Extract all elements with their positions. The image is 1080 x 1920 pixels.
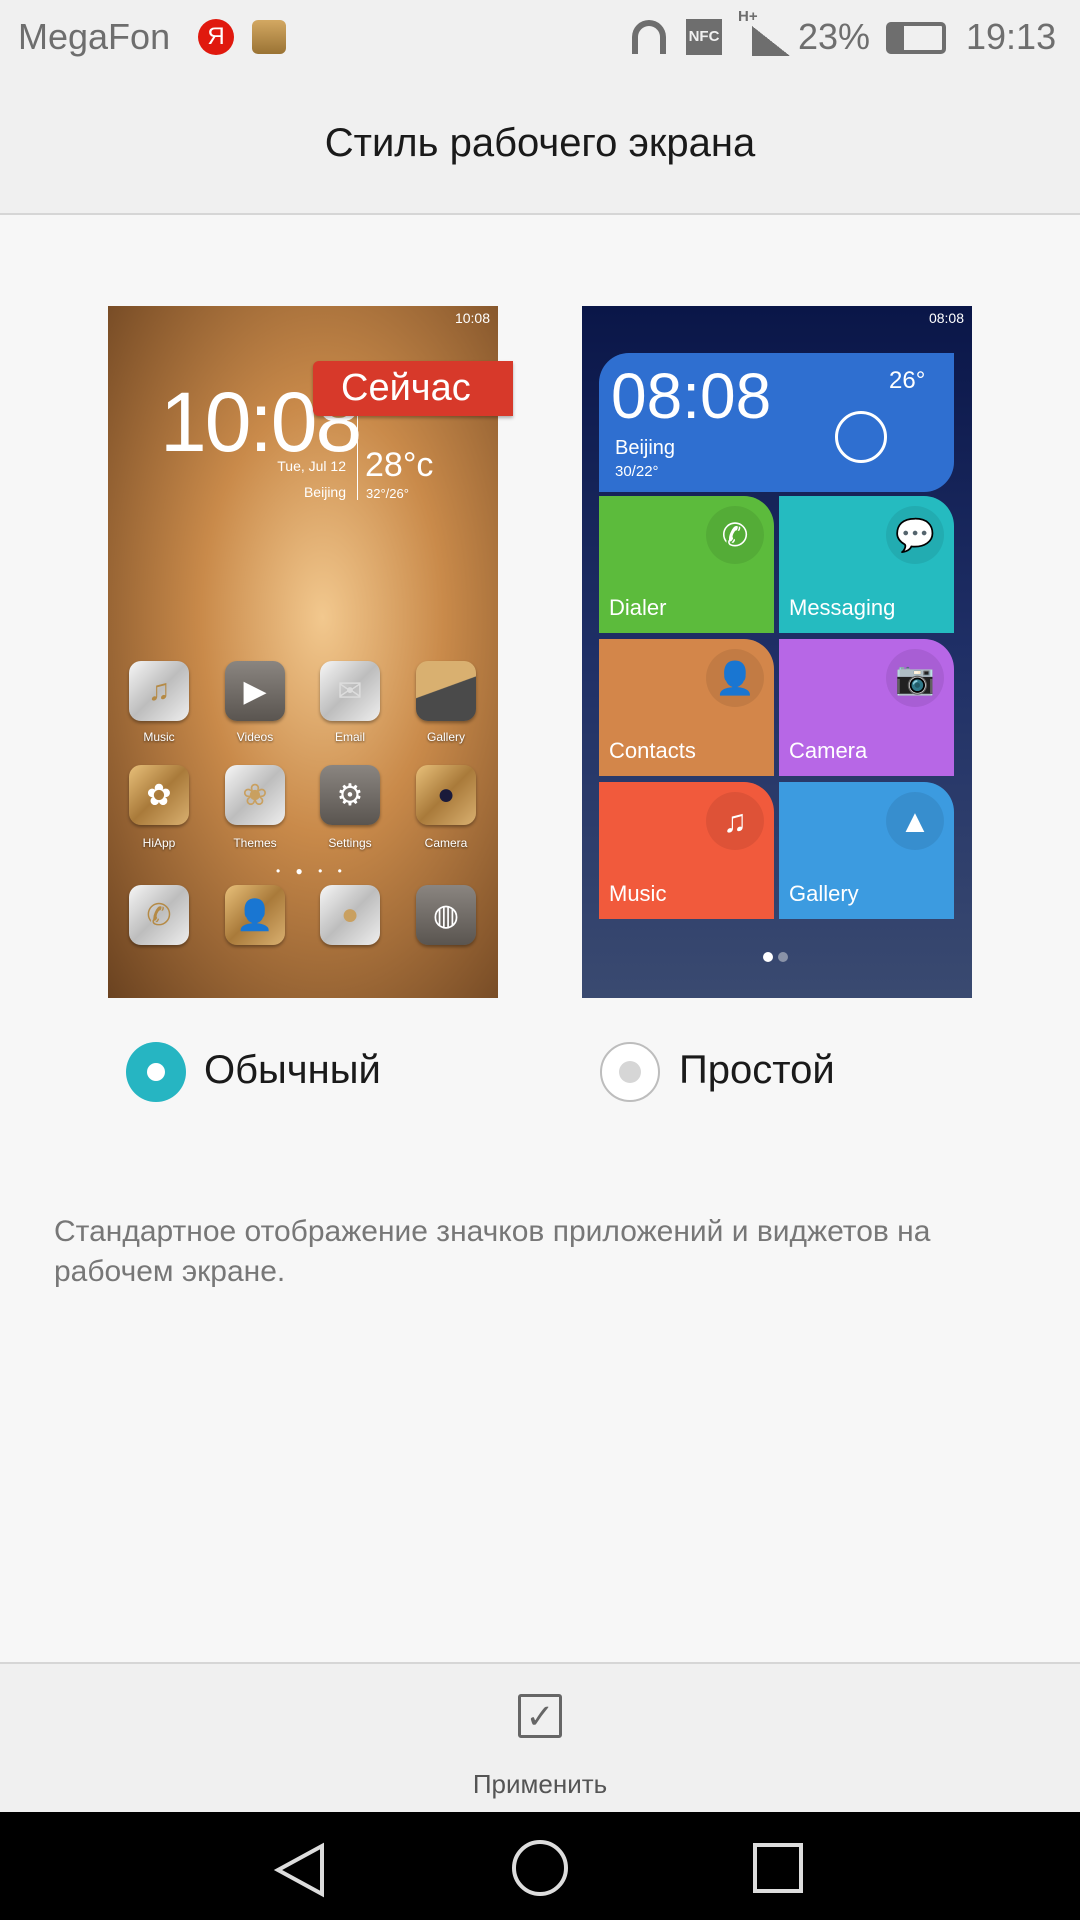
preview-simple[interactable]: 08:08 08:08 Beijing 30/22° 26° ✆ Dialer 💬… — [582, 306, 972, 998]
app-label: Music — [143, 730, 175, 744]
clock: 19:13 — [966, 16, 1057, 57]
dock-phone-icon: ✆ — [129, 885, 189, 945]
apply-button[interactable]: Применить — [0, 1769, 1080, 1800]
option-label-normal[interactable]: Обычный — [204, 1048, 381, 1093]
divider — [357, 416, 358, 500]
network-type: H+ — [738, 8, 758, 25]
tile-messaging: 💬 Messaging — [779, 496, 954, 633]
recents-icon[interactable] — [752, 1842, 804, 1894]
music-app-icon: ♫ — [129, 661, 189, 721]
headphones-icon — [632, 20, 666, 54]
navigation-bar — [0, 1812, 1080, 1920]
battery-percent: 23% — [798, 16, 871, 57]
tile-music: ♫ Music — [599, 782, 774, 919]
tile-camera: 📷 Camera — [779, 639, 954, 776]
mini-status-time: 08:08 — [928, 310, 964, 326]
app-label: Camera — [424, 836, 468, 850]
clock-weather-widget: 08:08 Beijing 30/22° 26° — [599, 353, 954, 492]
page-dot-active — [763, 952, 773, 962]
preview-city: Beijing — [303, 484, 346, 500]
gallery-app-icon — [416, 661, 476, 721]
videos-app-icon: ▶ — [225, 661, 285, 721]
app-label: Email — [334, 730, 365, 744]
preview-normal[interactable]: 10:08 10:08 Tue, Jul 12 Beijing 28°c 32°… — [108, 306, 513, 998]
gallery-notification-icon — [252, 20, 286, 54]
themes-app-icon: ❀ — [225, 765, 285, 825]
nfc-icon: NFC — [686, 19, 722, 55]
bottom-action-bar: ✓ Применить — [0, 1662, 1080, 1812]
music-note-icon: ♫ — [706, 792, 764, 850]
email-app-icon: ✉ — [320, 661, 380, 721]
tile-contacts: 👤 Contacts — [599, 639, 774, 776]
mountain-icon: ▲ — [886, 792, 944, 850]
app-label: Settings — [328, 836, 372, 850]
style-description: Стандартное отображение значков приложен… — [54, 1215, 931, 1288]
preview-temp: 28°c — [365, 446, 434, 484]
mini-status-time: 10:08 — [454, 310, 490, 326]
preview-date: Tue, Jul 12 — [277, 458, 346, 474]
yandex-icon: Я — [198, 19, 234, 55]
hiapp-icon: ✿ — [129, 765, 189, 825]
page-title: Стиль рабочего экрана — [324, 121, 756, 165]
message-icon: 💬 — [886, 506, 944, 564]
settings-app-icon: ⚙ — [320, 765, 380, 825]
widget-clock: 08:08 — [611, 360, 772, 432]
page-dot — [778, 952, 788, 962]
carrier-name: MegaFon — [18, 16, 171, 57]
signal-icon — [752, 26, 790, 56]
status-bar: MegaFon Я NFC H+ 23% 19:13 — [0, 0, 1080, 75]
person-icon: 👤 — [706, 649, 764, 707]
apply-checkbox-icon[interactable]: ✓ — [518, 1694, 562, 1738]
title-bar: Стиль рабочего экрана — [0, 75, 1080, 215]
battery-icon — [886, 22, 946, 54]
widget-city: Beijing — [615, 437, 676, 459]
app-label: Themes — [233, 836, 277, 850]
home-icon[interactable] — [510, 1838, 570, 1898]
option-label-simple[interactable]: Простой — [679, 1048, 835, 1093]
sun-icon — [835, 411, 887, 463]
widget-temp-range: 30/22° — [615, 463, 659, 480]
app-label: HiApp — [142, 836, 176, 850]
widget-temp: 26° — [889, 367, 926, 394]
page-dots: • ● • • — [276, 864, 348, 878]
dock-messages-icon: ● — [320, 885, 380, 945]
camera-app-icon: ● — [416, 765, 476, 825]
tile-gallery: ▲ Gallery — [779, 782, 954, 919]
back-icon[interactable] — [272, 1842, 328, 1898]
radio-simple[interactable] — [600, 1042, 660, 1102]
preview-temp-range: 32°/26° — [366, 486, 409, 501]
current-badge: Сейчас — [313, 361, 513, 416]
app-label: Videos — [236, 730, 274, 744]
dock-browser-icon: ◍ — [416, 885, 476, 945]
tile-dialer: ✆ Dialer — [599, 496, 774, 633]
app-label: Gallery — [426, 730, 465, 744]
radio-normal[interactable] — [126, 1042, 186, 1102]
dock-contacts-icon: 👤 — [225, 885, 285, 945]
phone-icon: ✆ — [706, 506, 764, 564]
camera-icon: 📷 — [886, 649, 944, 707]
